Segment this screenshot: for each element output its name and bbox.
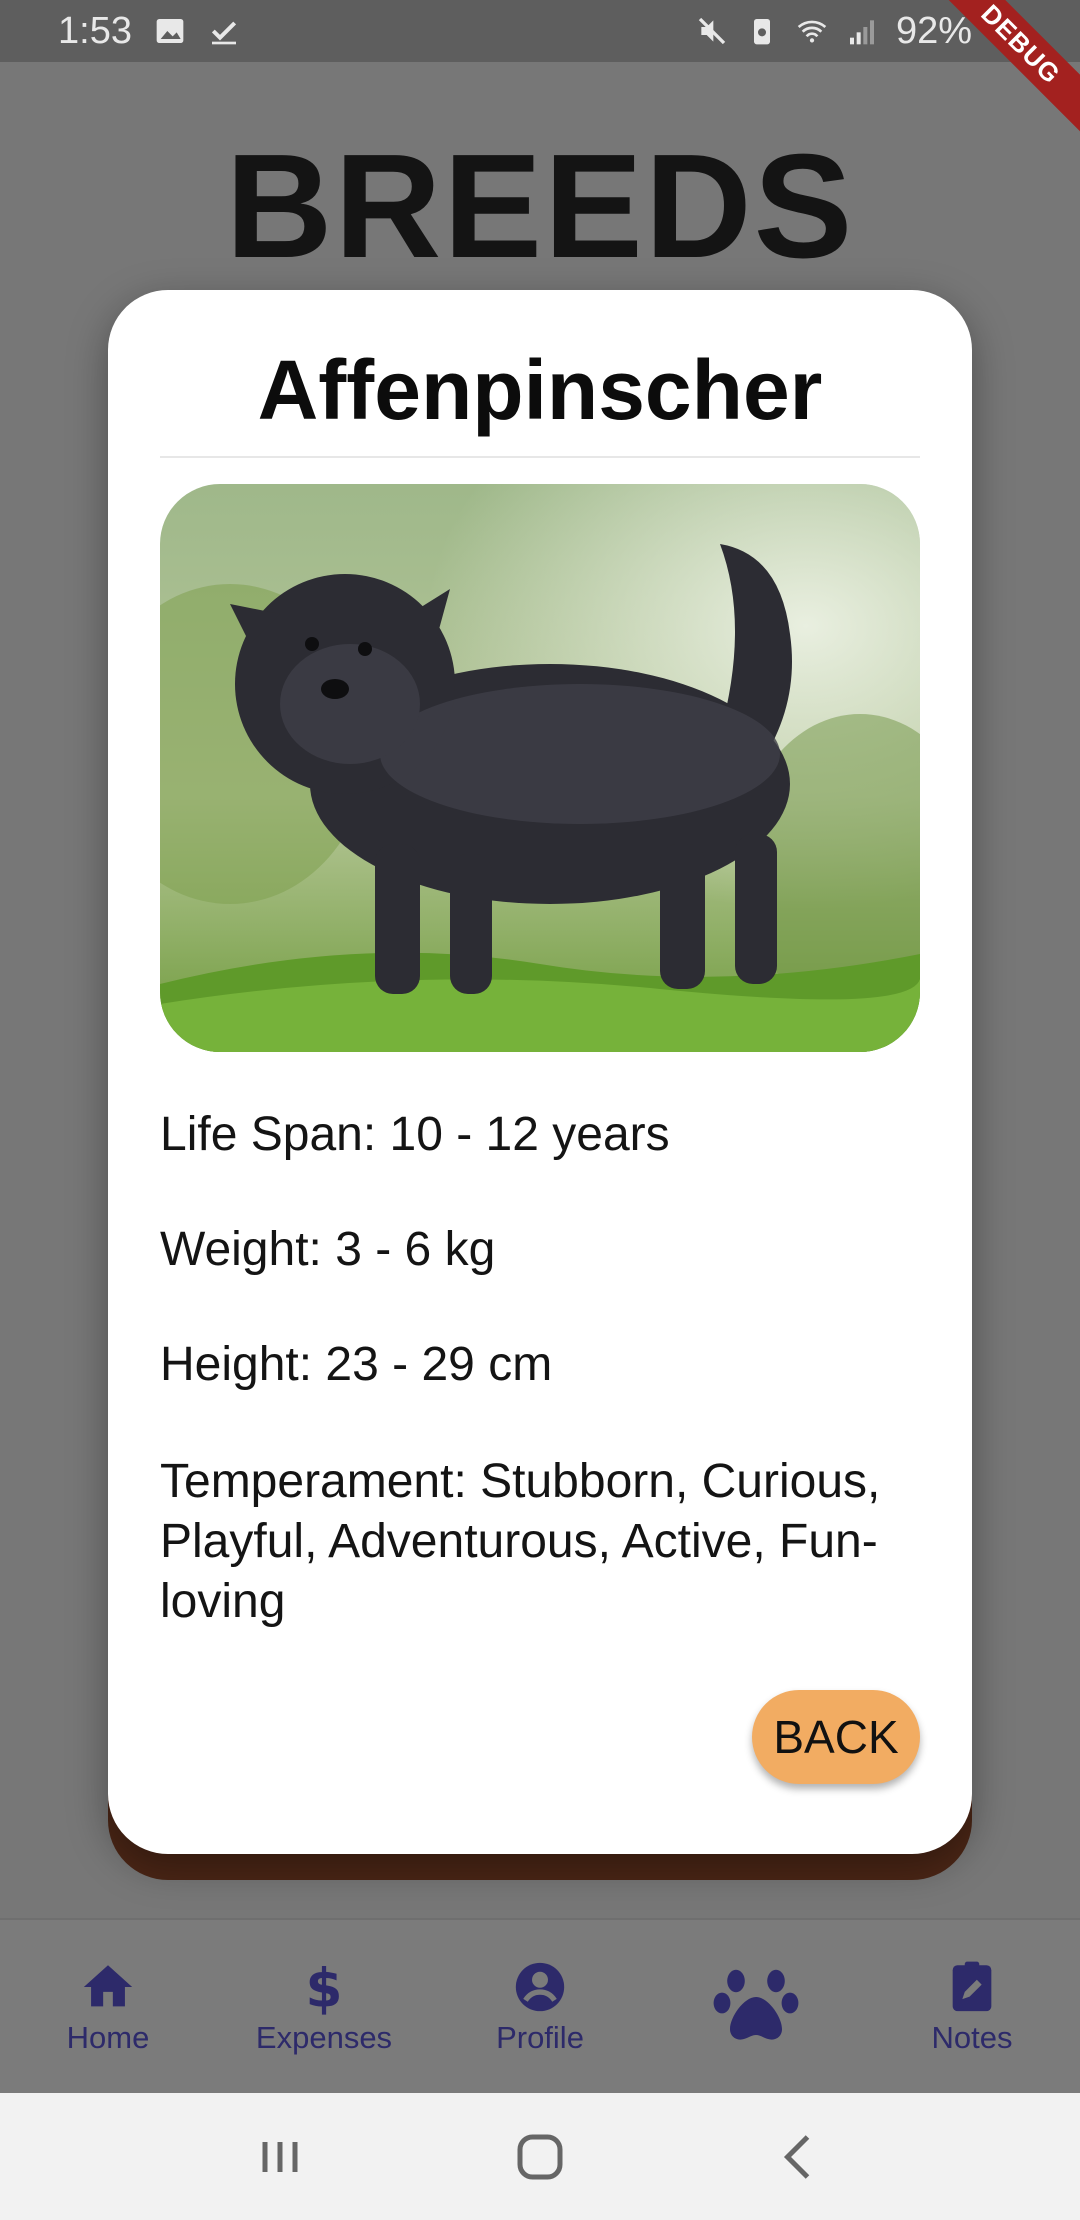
nav-label-notes: Notes bbox=[931, 2019, 1013, 2055]
home-button-icon[interactable] bbox=[510, 2127, 570, 2187]
battery-percent: 92% bbox=[895, 9, 972, 52]
status-time: 1:53 bbox=[58, 9, 132, 52]
breed-photo bbox=[160, 484, 920, 1052]
nav-item-notes[interactable]: Notes bbox=[872, 1958, 1072, 2056]
breed-name: Affenpinscher bbox=[257, 343, 823, 437]
note-edit-icon bbox=[952, 1961, 992, 2011]
gallery-icon bbox=[156, 19, 184, 43]
life-span-text: Life Span: 10 - 12 years bbox=[160, 1108, 670, 1161]
nav-label-profile: Profile bbox=[496, 2019, 584, 2055]
back-nav-icon[interactable] bbox=[770, 2127, 830, 2187]
back-button[interactable]: BACK bbox=[752, 1690, 920, 1784]
weight-text: Weight: 3 - 6 kg bbox=[160, 1223, 496, 1276]
temperament-text: Temperament: Stubborn, Curious, Playful,… bbox=[160, 1455, 881, 1628]
recent-apps-icon[interactable] bbox=[250, 2127, 310, 2187]
height-text: Height: 23 - 29 cm bbox=[160, 1338, 553, 1391]
nav-item-expenses[interactable]: $ Expenses bbox=[224, 1958, 424, 2056]
nav-label-home: Home bbox=[66, 2019, 150, 2055]
status-bar: 1:53 92% bbox=[0, 0, 1080, 62]
wifi-icon bbox=[797, 20, 827, 43]
divider bbox=[160, 456, 920, 458]
home-icon bbox=[83, 1964, 133, 2006]
signal-icon bbox=[849, 20, 874, 45]
paw-icon bbox=[713, 1969, 799, 2040]
page-title: BREEDS bbox=[225, 124, 855, 289]
svg-text:$: $ bbox=[306, 1958, 343, 2016]
nav-item-breeds[interactable] bbox=[656, 1957, 856, 2057]
bottom-navigation: Home $ Expenses Profile Notes bbox=[0, 1918, 1080, 2093]
task-done-icon bbox=[211, 21, 237, 45]
nav-item-profile[interactable]: Profile bbox=[440, 1958, 640, 2056]
system-navigation-bar bbox=[0, 2093, 1080, 2220]
nav-label-expenses: Expenses bbox=[255, 2019, 393, 2055]
nav-item-home[interactable]: Home bbox=[8, 1958, 208, 2056]
account-icon bbox=[515, 1962, 565, 2011]
dollar-icon: $ bbox=[306, 1958, 343, 2016]
breed-dialog: Affenpinscher Life Span: 10 - 12 years W… bbox=[108, 290, 972, 1854]
mute-icon bbox=[698, 17, 726, 45]
data-saver-icon bbox=[753, 19, 770, 45]
